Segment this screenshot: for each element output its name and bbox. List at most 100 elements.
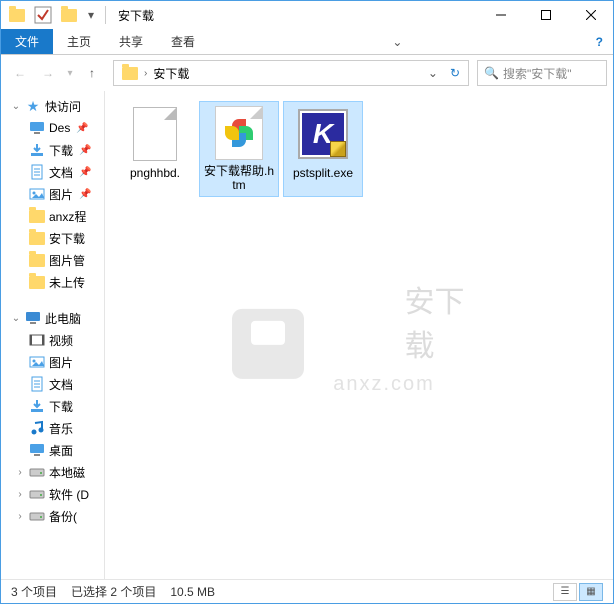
- sidebar-item-label: 文档: [49, 376, 73, 393]
- folder-icon: [116, 67, 144, 80]
- doc-icon: [29, 164, 45, 180]
- refresh-icon[interactable]: ↻: [444, 66, 466, 80]
- explorer-body: ⌄ ★ 快访问 Des📌下载📌文档📌图片📌anxz程安下载图片管未上传 ⌄ 此电…: [1, 91, 613, 579]
- html-file-icon: [215, 106, 263, 160]
- sidebar-item-label: 图片: [49, 186, 73, 203]
- folder-icon: [29, 274, 45, 290]
- video-icon: [29, 332, 45, 348]
- sidebar-item[interactable]: 下载 📌: [1, 139, 104, 161]
- tab-share[interactable]: 共享: [105, 29, 157, 54]
- pin-icon: 📌: [79, 145, 91, 156]
- sidebar-item-label: 备份(: [49, 508, 77, 525]
- file-name: 安下载帮助.htm: [204, 164, 274, 193]
- sidebar-item[interactable]: 图片📌: [1, 183, 104, 205]
- sidebar-item[interactable]: › 本地磁: [1, 461, 104, 483]
- sidebar-item[interactable]: Des📌: [1, 117, 104, 139]
- sidebar-item-label: 未上传: [49, 274, 85, 291]
- music-icon: [29, 420, 45, 436]
- sidebar-item-label: 下载: [49, 398, 73, 415]
- qat-dropdown-icon[interactable]: ▾: [85, 5, 97, 25]
- sidebar-item-label: 下载: [49, 142, 73, 159]
- history-dropdown-icon[interactable]: ▾: [63, 60, 77, 86]
- properties-checkbox-icon[interactable]: [33, 5, 53, 25]
- sidebar-item-label: 音乐: [49, 420, 73, 437]
- tab-file[interactable]: 文件: [1, 29, 53, 54]
- file-list-area[interactable]: pnghhbd. 安下载帮助.htm Kpstsplit.exe 安下载 anxz.…: [105, 91, 613, 579]
- sidebar-item-label: 视频: [49, 332, 73, 349]
- sidebar-item[interactable]: 文档: [1, 373, 104, 395]
- sidebar-item[interactable]: 视频: [1, 329, 104, 351]
- chevron-down-icon[interactable]: ⌄: [11, 313, 21, 324]
- sidebar-item-label: 安下载: [49, 230, 85, 247]
- sidebar-item[interactable]: 图片: [1, 351, 104, 373]
- icons-view-button[interactable]: ▦: [579, 583, 603, 601]
- address-bar[interactable]: › 安下载 ⌄ ↻: [113, 60, 469, 86]
- sidebar-item-label: anxz程: [49, 208, 86, 225]
- tab-view[interactable]: 查看: [157, 29, 209, 54]
- search-icon: 🔍: [484, 66, 499, 80]
- navigation-pane[interactable]: ⌄ ★ 快访问 Des📌下载📌文档📌图片📌anxz程安下载图片管未上传 ⌄ 此电…: [1, 91, 105, 579]
- pin-icon: 📌: [79, 167, 91, 178]
- file-icon: [133, 107, 177, 161]
- sidebar-item-label: 文档: [49, 164, 73, 181]
- sidebar-item[interactable]: › 备份(: [1, 505, 104, 527]
- sidebar-item-label: 桌面: [49, 442, 73, 459]
- chevron-down-icon[interactable]: ⌄: [11, 101, 21, 112]
- search-input[interactable]: 🔍 搜索"安下载": [477, 60, 607, 86]
- details-view-button[interactable]: ☰: [553, 583, 577, 601]
- exe-file-icon: K: [300, 111, 346, 157]
- breadcrumb-item[interactable]: 安下载: [147, 65, 195, 82]
- item-count: 3 个项目: [11, 583, 57, 600]
- sidebar-item[interactable]: 音乐: [1, 417, 104, 439]
- sidebar-item[interactable]: 未上传: [1, 271, 104, 293]
- quick-access-header[interactable]: ⌄ ★ 快访问: [1, 95, 104, 117]
- sidebar-item-label: 图片管: [49, 252, 85, 269]
- sidebar-item-label: 软件 (D: [49, 486, 89, 503]
- star-icon: ★: [25, 98, 41, 114]
- chevron-right-icon[interactable]: ›: [15, 511, 25, 522]
- pin-icon: 📌: [76, 123, 88, 134]
- forward-button[interactable]: →: [35, 60, 61, 86]
- ribbon-tabs: 文件 主页 共享 查看 ⌄ ?: [1, 29, 613, 55]
- up-button[interactable]: ↑: [79, 60, 105, 86]
- sidebar-item[interactable]: 桌面: [1, 439, 104, 461]
- address-dropdown-icon[interactable]: ⌄: [422, 66, 444, 80]
- minimize-button[interactable]: [478, 1, 523, 29]
- close-button[interactable]: [568, 1, 613, 29]
- window-controls: [478, 1, 613, 29]
- back-button[interactable]: ←: [7, 60, 33, 86]
- pic-icon: [29, 354, 45, 370]
- drive-icon: [29, 508, 45, 524]
- file-name: pnghhbd.: [130, 166, 180, 180]
- chevron-right-icon[interactable]: ›: [15, 467, 25, 478]
- folder-icon: [29, 252, 45, 268]
- sidebar-item-label: 本地磁: [49, 464, 85, 481]
- chevron-right-icon[interactable]: ›: [15, 489, 25, 500]
- monitor-icon: [25, 310, 41, 326]
- folder-icon: [7, 5, 27, 25]
- sidebar-item[interactable]: 下载: [1, 395, 104, 417]
- nav-buttons: ← → ▾ ↑: [7, 60, 105, 86]
- file-item[interactable]: Kpstsplit.exe: [283, 101, 363, 197]
- sidebar-item[interactable]: 图片管: [1, 249, 104, 271]
- sidebar-item[interactable]: 文档 📌: [1, 161, 104, 183]
- sidebar-item[interactable]: 安下载: [1, 227, 104, 249]
- maximize-button[interactable]: [523, 1, 568, 29]
- ribbon-expand-icon[interactable]: ⌄: [382, 29, 412, 54]
- sidebar-item[interactable]: › 软件 (D: [1, 483, 104, 505]
- this-pc-header[interactable]: ⌄ 此电脑: [1, 307, 104, 329]
- quick-access-label: 快访问: [45, 98, 81, 115]
- drive-icon: [29, 486, 45, 502]
- this-pc-label: 此电脑: [45, 310, 81, 327]
- tab-home[interactable]: 主页: [53, 29, 105, 54]
- address-row: ← → ▾ ↑ › 安下载 ⌄ ↻ 🔍 搜索"安下载": [1, 55, 613, 91]
- watermark: 安下载 anxz.com: [232, 309, 486, 396]
- file-item[interactable]: pnghhbd.: [115, 101, 195, 197]
- file-item[interactable]: 安下载帮助.htm: [199, 101, 279, 197]
- quick-access-toolbar: ▾: [1, 5, 114, 25]
- help-icon[interactable]: ?: [586, 29, 613, 54]
- desktop-icon: [29, 120, 45, 136]
- selected-size: 10.5 MB: [170, 585, 215, 599]
- sidebar-item[interactable]: anxz程: [1, 205, 104, 227]
- folder-context-icon[interactable]: [59, 5, 79, 25]
